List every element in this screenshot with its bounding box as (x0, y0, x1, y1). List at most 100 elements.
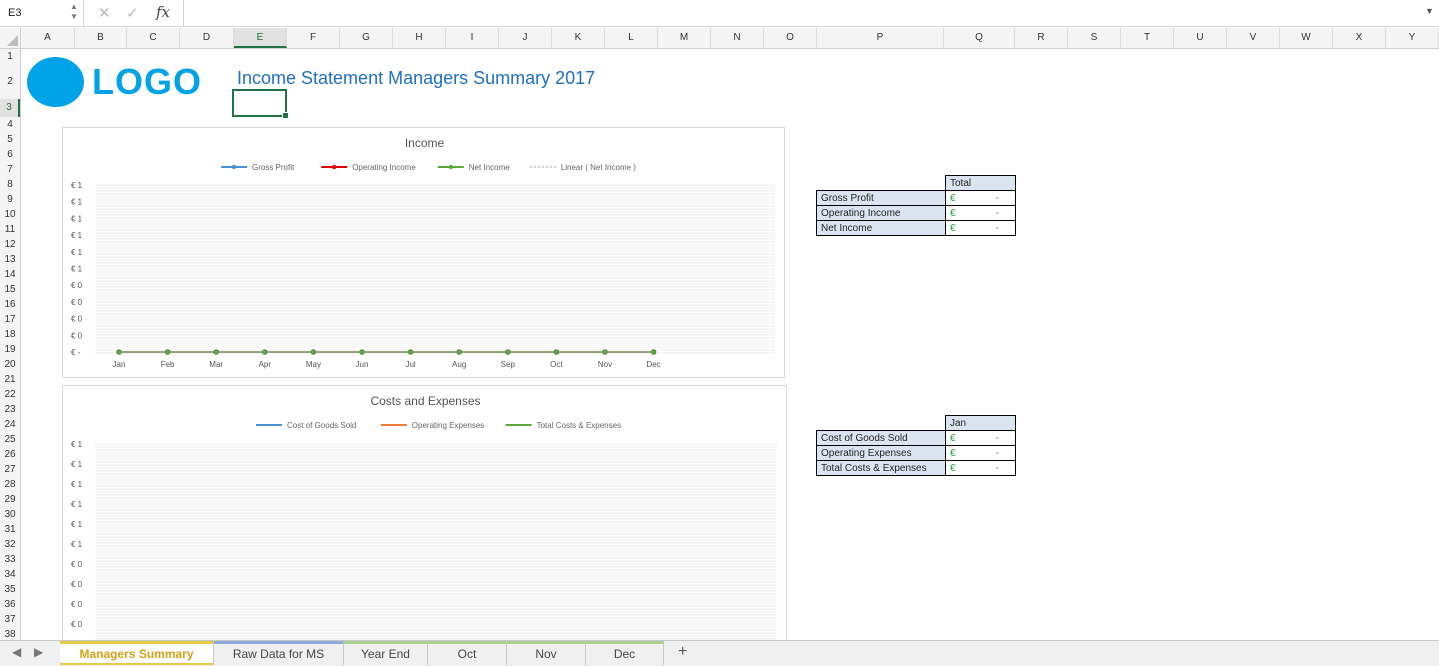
row-header-32[interactable]: 32 (0, 537, 20, 552)
select-all-corner[interactable] (0, 28, 21, 48)
column-header-r[interactable]: R (1015, 28, 1068, 48)
column-header-p[interactable]: P (817, 28, 944, 48)
x-tick-label: Jul (405, 360, 415, 369)
name-box[interactable]: E3 ▲ ▼ (0, 0, 84, 26)
y-tick-label: € - (71, 348, 81, 357)
blank-cell (817, 416, 946, 431)
row-header-22[interactable]: 22 (0, 387, 20, 402)
row-header-13[interactable]: 13 (0, 252, 20, 267)
row-header-26[interactable]: 26 (0, 447, 20, 462)
column-header-l[interactable]: L (605, 28, 658, 48)
row-header-11[interactable]: 11 (0, 222, 20, 237)
row-header-15[interactable]: 15 (0, 282, 20, 297)
add-sheet-icon[interactable]: + (678, 643, 687, 661)
row-header-3[interactable]: 3 (0, 99, 20, 117)
previous-sheet-icon[interactable]: ◀ (12, 645, 21, 659)
row-header-10[interactable]: 10 (0, 207, 20, 222)
column-header-d[interactable]: D (180, 28, 234, 48)
active-cell-selection[interactable] (232, 89, 289, 119)
value-text: - (995, 222, 999, 234)
legend-entry: Operating Expenses (380, 421, 484, 430)
row-header-38[interactable]: 38 (0, 627, 20, 640)
row-header-31[interactable]: 31 (0, 522, 20, 537)
row-header-14[interactable]: 14 (0, 267, 20, 282)
column-header-e[interactable]: E (234, 28, 287, 48)
row-header-1[interactable]: 1 (0, 49, 20, 64)
column-header-q[interactable]: Q (944, 28, 1015, 48)
row-header-34[interactable]: 34 (0, 567, 20, 582)
legend-entry: Net Income (437, 163, 510, 172)
row-header-16[interactable]: 16 (0, 297, 20, 312)
currency-symbol: € (950, 207, 956, 219)
x-tick-label: Sep (501, 360, 516, 369)
row-header-37[interactable]: 37 (0, 612, 20, 627)
row-header-20[interactable]: 20 (0, 357, 20, 372)
row-header-27[interactable]: 27 (0, 462, 20, 477)
column-header-y[interactable]: Y (1386, 28, 1439, 48)
row-header-7[interactable]: 7 (0, 162, 20, 177)
insert-function-icon[interactable]: fx (156, 3, 170, 21)
column-header-t[interactable]: T (1121, 28, 1174, 48)
row-header-12[interactable]: 12 (0, 237, 20, 252)
column-header-c[interactable]: C (127, 28, 180, 48)
row-header-2[interactable]: 2 (0, 65, 20, 99)
row-header-24[interactable]: 24 (0, 417, 20, 432)
costs-expenses-chart[interactable]: Costs and Expenses Cost of Goods Sold Oper… (62, 385, 787, 640)
column-header-x[interactable]: X (1333, 28, 1386, 48)
row-header-4[interactable]: 4 (0, 117, 20, 132)
column-header-g[interactable]: G (340, 28, 393, 48)
sheet-title: Income Statement Managers Summary 2017 (237, 68, 596, 88)
row-header-29[interactable]: 29 (0, 492, 20, 507)
formula-input[interactable] (183, 0, 1413, 26)
sheet-tab[interactable]: Managers Summary (60, 641, 214, 665)
column-header-v[interactable]: V (1227, 28, 1280, 48)
row-header-8[interactable]: 8 (0, 177, 20, 192)
row-header-21[interactable]: 21 (0, 372, 20, 387)
y-tick-label: € 0 (71, 281, 83, 290)
column-header-a[interactable]: A (21, 28, 75, 48)
worksheet-grid[interactable]: LOGO Income Statement Managers Summary 2… (21, 49, 1439, 640)
column-header-n[interactable]: N (711, 28, 764, 48)
row-header-9[interactable]: 9 (0, 192, 20, 207)
row-header-25[interactable]: 25 (0, 432, 20, 447)
name-box-stepper-icon[interactable]: ▲ ▼ (70, 2, 78, 22)
column-header-j[interactable]: J (499, 28, 552, 48)
column-header-h[interactable]: H (393, 28, 446, 48)
row-header-17[interactable]: 17 (0, 312, 20, 327)
sheet-tab[interactable]: Nov (507, 641, 586, 665)
income-chart[interactable]: Income Gross Profit Operating Income Net In… (62, 127, 785, 378)
row-header-30[interactable]: 30 (0, 507, 20, 522)
y-tick-label: € 1 (71, 460, 83, 469)
column-header-u[interactable]: U (1174, 28, 1227, 48)
row-header-35[interactable]: 35 (0, 582, 20, 597)
sheet-tab[interactable]: Dec (586, 641, 664, 665)
column-header-k[interactable]: K (552, 28, 605, 48)
next-sheet-icon[interactable]: ▶ (34, 645, 43, 659)
x-tick-label: Apr (259, 360, 272, 369)
row-header-5[interactable]: 5 (0, 132, 20, 147)
y-tick-label: € 0 (71, 560, 83, 569)
column-header-i[interactable]: I (446, 28, 499, 48)
row-header-18[interactable]: 18 (0, 327, 20, 342)
column-header-f[interactable]: F (287, 28, 340, 48)
column-header-s[interactable]: S (1068, 28, 1121, 48)
y-tick-label: € 1 (71, 480, 83, 489)
sheet-tab[interactable]: Oct (428, 641, 507, 665)
column-header-m[interactable]: M (658, 28, 711, 48)
row-header-19[interactable]: 19 (0, 342, 20, 357)
enter-icon[interactable]: ✓ (126, 4, 139, 22)
cancel-icon[interactable]: ✕ (98, 4, 111, 22)
row-header-6[interactable]: 6 (0, 147, 20, 162)
column-header-b[interactable]: B (75, 28, 127, 48)
sheet-tab[interactable]: Year End (344, 641, 428, 665)
expand-formula-bar-icon[interactable]: ▼ (1425, 6, 1434, 16)
row-header-23[interactable]: 23 (0, 402, 20, 417)
row-value: € - (945, 205, 1016, 221)
legend-entry: Operating Income (321, 163, 416, 172)
row-header-33[interactable]: 33 (0, 552, 20, 567)
row-header-36[interactable]: 36 (0, 597, 20, 612)
column-header-o[interactable]: O (764, 28, 817, 48)
column-header-w[interactable]: W (1280, 28, 1333, 48)
sheet-tab[interactable]: Raw Data for MS (214, 641, 344, 665)
row-header-28[interactable]: 28 (0, 477, 20, 492)
